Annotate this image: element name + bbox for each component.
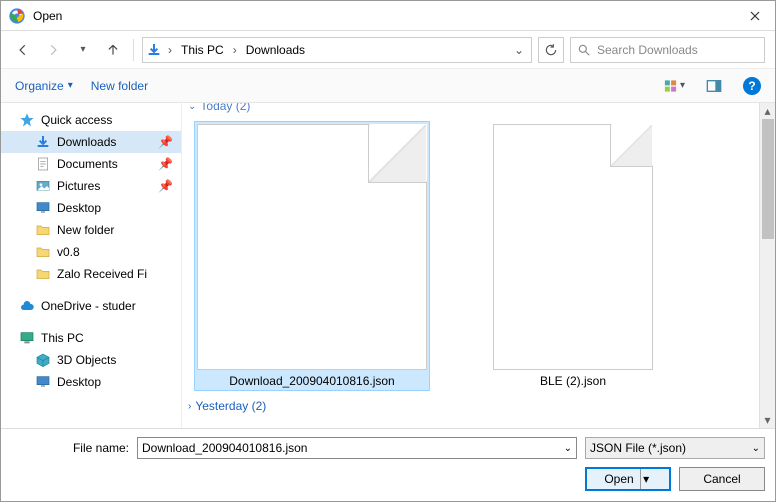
nav-bar: ▾ › This PC › Downloads ⌄ Search Downloa… bbox=[1, 31, 775, 69]
sidebar-3d-objects[interactable]: 3D Objects bbox=[1, 349, 181, 371]
scroll-down-button[interactable]: ▾ bbox=[760, 412, 776, 428]
sidebar-desktop2[interactable]: Desktop bbox=[1, 371, 181, 393]
help-button[interactable]: ? bbox=[743, 77, 761, 95]
chevron-right-icon[interactable]: › bbox=[165, 43, 175, 57]
window-title: Open bbox=[33, 9, 743, 23]
breadcrumb-drop[interactable]: ⌄ bbox=[509, 43, 529, 57]
search-icon bbox=[577, 43, 591, 57]
breadcrumb-current[interactable]: Downloads bbox=[242, 43, 309, 57]
pin-icon: 📌 bbox=[158, 179, 173, 193]
toolbar: Organize▾ New folder ▾ ? bbox=[1, 69, 775, 103]
cancel-button[interactable]: Cancel bbox=[679, 467, 765, 491]
folder-icon bbox=[35, 222, 51, 238]
recent-dropdown[interactable]: ▾ bbox=[71, 38, 95, 62]
sidebar: Quick access Downloads📌 Documents📌 Pictu… bbox=[1, 103, 181, 428]
desktop-icon bbox=[35, 374, 51, 390]
file-icon bbox=[493, 124, 653, 370]
downloads-icon bbox=[145, 41, 163, 59]
folder-icon bbox=[35, 244, 51, 260]
nav-separator bbox=[133, 39, 134, 61]
filename-input[interactable]: Download_200904010816.json⌄ bbox=[137, 437, 577, 459]
file-label: Download_200904010816.json bbox=[229, 374, 394, 388]
sidebar-v08[interactable]: v0.8 bbox=[1, 241, 181, 263]
breadcrumb-root[interactable]: This PC bbox=[177, 43, 228, 57]
sidebar-onedrive[interactable]: OneDrive - studer bbox=[1, 295, 181, 317]
title-bar: Open bbox=[1, 1, 775, 31]
search-input[interactable]: Search Downloads bbox=[570, 37, 765, 63]
pin-icon: 📌 bbox=[158, 157, 173, 171]
back-button[interactable] bbox=[11, 38, 35, 62]
scroll-thumb[interactable] bbox=[762, 119, 774, 239]
sidebar-thispc[interactable]: This PC bbox=[1, 327, 181, 349]
file-item[interactable]: BLE (2).json bbox=[490, 121, 656, 391]
group-today[interactable]: ⌄Today (2) bbox=[188, 103, 749, 117]
folder-icon bbox=[35, 266, 51, 282]
sidebar-pictures[interactable]: Pictures📌 bbox=[1, 175, 181, 197]
cube-icon bbox=[35, 352, 51, 368]
chevron-right-icon[interactable]: › bbox=[230, 43, 240, 57]
sidebar-documents[interactable]: Documents📌 bbox=[1, 153, 181, 175]
chrome-icon bbox=[9, 8, 25, 24]
refresh-button[interactable] bbox=[538, 37, 564, 63]
pictures-icon bbox=[35, 178, 51, 194]
sidebar-desktop[interactable]: Desktop bbox=[1, 197, 181, 219]
breadcrumb[interactable]: › This PC › Downloads ⌄ bbox=[142, 37, 532, 63]
view-thumbnails-button[interactable]: ▾ bbox=[663, 75, 685, 97]
file-label: BLE (2).json bbox=[540, 374, 606, 388]
chevron-down-icon[interactable]: ⌄ bbox=[564, 443, 572, 454]
preview-pane-button[interactable] bbox=[703, 75, 725, 97]
forward-button[interactable] bbox=[41, 38, 65, 62]
document-icon bbox=[35, 156, 51, 172]
pc-icon bbox=[19, 330, 35, 346]
organize-button[interactable]: Organize▾ bbox=[15, 79, 73, 93]
close-button[interactable] bbox=[735, 1, 775, 31]
scroll-up-button[interactable]: ▴ bbox=[760, 103, 776, 119]
sidebar-downloads[interactable]: Downloads📌 bbox=[1, 131, 181, 153]
file-icon bbox=[197, 124, 427, 370]
footer: File name: Download_200904010816.json⌄ J… bbox=[1, 428, 775, 501]
filename-label: File name: bbox=[11, 441, 129, 455]
open-split-dropdown[interactable]: ▾ bbox=[640, 469, 652, 489]
up-button[interactable] bbox=[101, 38, 125, 62]
filetype-select[interactable]: JSON File (*.json)⌄ bbox=[585, 437, 765, 459]
search-placeholder: Search Downloads bbox=[597, 43, 698, 57]
open-button[interactable]: Open▾ bbox=[585, 467, 671, 491]
cloud-icon bbox=[19, 298, 35, 314]
desktop-icon bbox=[35, 200, 51, 216]
sidebar-quick-access[interactable]: Quick access bbox=[1, 109, 181, 131]
file-pane: ⌄Today (2) Download_200904010816.json BL… bbox=[181, 103, 759, 428]
sidebar-newfolder[interactable]: New folder bbox=[1, 219, 181, 241]
chevron-down-icon[interactable]: ⌄ bbox=[752, 443, 760, 454]
new-folder-button[interactable]: New folder bbox=[91, 79, 148, 93]
downloads-icon bbox=[35, 134, 51, 150]
star-icon bbox=[19, 112, 35, 128]
group-yesterday[interactable]: ›Yesterday (2) bbox=[188, 397, 749, 417]
sidebar-zalo[interactable]: Zalo Received Fi bbox=[1, 263, 181, 285]
pin-icon: 📌 bbox=[158, 135, 173, 149]
file-item-selected[interactable]: Download_200904010816.json bbox=[194, 121, 430, 391]
scrollbar-vertical[interactable]: ▴ ▾ bbox=[759, 103, 775, 428]
